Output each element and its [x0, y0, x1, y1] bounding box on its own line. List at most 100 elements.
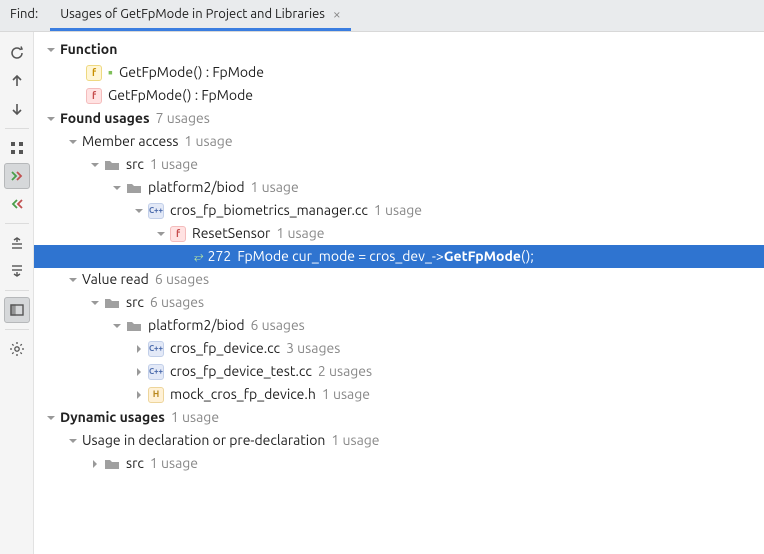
- chevron-right-icon: [132, 342, 146, 356]
- chevron-right-icon: [132, 388, 146, 402]
- folder-icon: [126, 180, 142, 196]
- chevron-down-icon: [66, 434, 80, 448]
- chevron-down-icon: [44, 43, 58, 57]
- tree-node-src[interactable]: src 1 usage: [34, 452, 764, 475]
- node-label: cros_fp_device_test.cc: [170, 360, 312, 383]
- node-count: 1 usage: [184, 130, 232, 153]
- node-count: 1 usage: [331, 429, 379, 452]
- cpp-file-icon: C++: [148, 341, 164, 357]
- node-count: 6 usages: [155, 268, 209, 291]
- node-count: 6 usages: [150, 291, 204, 314]
- refresh-button[interactable]: [4, 40, 30, 66]
- node-label: mock_cros_fp_device.h: [170, 383, 316, 406]
- tree-node-path[interactable]: platform2/biod 1 usage: [34, 176, 764, 199]
- folder-icon: [104, 295, 120, 311]
- node-label: Value read: [82, 268, 149, 291]
- node-count: 1 usage: [251, 176, 299, 199]
- node-label: cros_fp_biometrics_manager.cc: [170, 199, 368, 222]
- folder-icon: [104, 456, 120, 472]
- chevron-right-icon: [132, 365, 146, 379]
- tree-node-src[interactable]: src 6 usages: [34, 291, 764, 314]
- node-count: 1 usage: [150, 153, 198, 176]
- tree-node-file[interactable]: C++ cros_fp_device_test.cc 2 usages: [34, 360, 764, 383]
- find-tab[interactable]: Usages of GetFpMode in Project and Libra…: [50, 0, 351, 31]
- tree-node-usage-line[interactable]: ⥂ 272 FpMode cur_mode = cros_dev_->GetFp…: [34, 245, 764, 268]
- usages-tree[interactable]: Function f ▪ GetFpMode() : FpMode f GetF…: [34, 32, 764, 554]
- tree-node-file[interactable]: C++ cros_fp_device.cc 3 usages: [34, 337, 764, 360]
- tree-node-dynamic[interactable]: Dynamic usages 1 usage: [34, 406, 764, 429]
- node-label: Dynamic usages: [60, 406, 165, 429]
- node-label: Member access: [82, 130, 178, 153]
- node-count: 3 usages: [286, 337, 340, 360]
- node-label: platform2/biod: [148, 314, 245, 337]
- tree-node-src[interactable]: src 1 usage: [34, 153, 764, 176]
- goto-icon: ⥂: [194, 245, 204, 268]
- prev-button[interactable]: [4, 68, 30, 94]
- chevron-right-icon: [88, 457, 102, 471]
- tree-node-path[interactable]: platform2/biod 6 usages: [34, 314, 764, 337]
- tree-node-func[interactable]: f ResetSensor 1 usage: [34, 222, 764, 245]
- node-label: src: [126, 452, 144, 475]
- node-count: 6 usages: [251, 314, 305, 337]
- node-count: 1 usage: [374, 199, 422, 222]
- node-count: 1 usage: [322, 383, 370, 406]
- tree-node-fn-sig[interactable]: f ▪ GetFpMode() : FpMode: [34, 61, 764, 84]
- node-label: platform2/biod: [148, 176, 245, 199]
- line-number: 272: [208, 245, 232, 268]
- autoscroll-back-button[interactable]: [4, 191, 30, 217]
- chevron-down-icon: [88, 158, 102, 172]
- tree-node-function[interactable]: Function: [34, 38, 764, 61]
- chevron-down-icon: [44, 411, 58, 425]
- tree-node-found[interactable]: Found usages 7 usages: [34, 107, 764, 130]
- node-label: src: [126, 291, 144, 314]
- tree-node-file[interactable]: C++ cros_fp_biometrics_manager.cc 1 usag…: [34, 199, 764, 222]
- chevron-down-icon: [154, 227, 168, 241]
- node-label: Found usages: [60, 107, 150, 130]
- tree-node-fn-sig[interactable]: f GetFpMode() : FpMode: [34, 84, 764, 107]
- tree-node-value-read[interactable]: Value read 6 usages: [34, 268, 764, 291]
- function-icon: f: [86, 65, 102, 81]
- chevron-down-icon: [66, 135, 80, 149]
- folder-icon: [126, 318, 142, 334]
- code-highlight: GetFpMode: [444, 245, 521, 268]
- close-icon[interactable]: ×: [333, 7, 341, 21]
- next-button[interactable]: [4, 96, 30, 122]
- node-label: ResetSensor: [192, 222, 270, 245]
- node-count: 1 usage: [150, 452, 198, 475]
- node-label: cros_fp_device.cc: [170, 337, 280, 360]
- decoration-icon: ▪: [108, 61, 113, 84]
- fn-sig-label: GetFpMode() : FpMode: [119, 61, 264, 84]
- find-tab-label: Usages of GetFpMode in Project and Libra…: [60, 7, 325, 21]
- find-label: Find:: [0, 0, 48, 31]
- node-count: 2 usages: [318, 360, 372, 383]
- chevron-down-icon: [110, 319, 124, 333]
- expand-all-button[interactable]: [4, 230, 30, 256]
- cpp-file-icon: C++: [148, 364, 164, 380]
- chevron-down-icon: [44, 112, 58, 126]
- node-count: 1 usage: [276, 222, 324, 245]
- collapse-all-button[interactable]: [4, 258, 30, 284]
- tree-node-decl[interactable]: Usage in declaration or pre-declaration …: [34, 429, 764, 452]
- fn-sig-label: GetFpMode() : FpMode: [108, 84, 253, 107]
- chevron-down-icon: [132, 204, 146, 218]
- tree-node-member-access[interactable]: Member access 1 usage: [34, 130, 764, 153]
- node-label: Usage in declaration or pre-declaration: [82, 429, 325, 452]
- node-count: 1 usage: [171, 406, 219, 429]
- function-icon: f: [86, 88, 102, 104]
- chevron-down-icon: [66, 273, 80, 287]
- toolbar: [0, 32, 34, 554]
- chevron-down-icon: [88, 296, 102, 310]
- code-pre: FpMode cur_mode = cros_dev_->: [237, 245, 444, 268]
- group-button[interactable]: [4, 135, 30, 161]
- find-header: Find: Usages of GetFpMode in Project and…: [0, 0, 764, 32]
- tree-node-file[interactable]: H mock_cros_fp_device.h 1 usage: [34, 383, 764, 406]
- settings-button[interactable]: [4, 336, 30, 362]
- preview-button[interactable]: [4, 297, 30, 323]
- chevron-down-icon: [110, 181, 124, 195]
- autoscroll-forward-button[interactable]: [4, 163, 30, 189]
- folder-icon: [104, 157, 120, 173]
- cpp-file-icon: C++: [148, 203, 164, 219]
- code-post: ();: [521, 245, 534, 268]
- function-icon: f: [170, 226, 186, 242]
- node-count: 7 usages: [156, 107, 210, 130]
